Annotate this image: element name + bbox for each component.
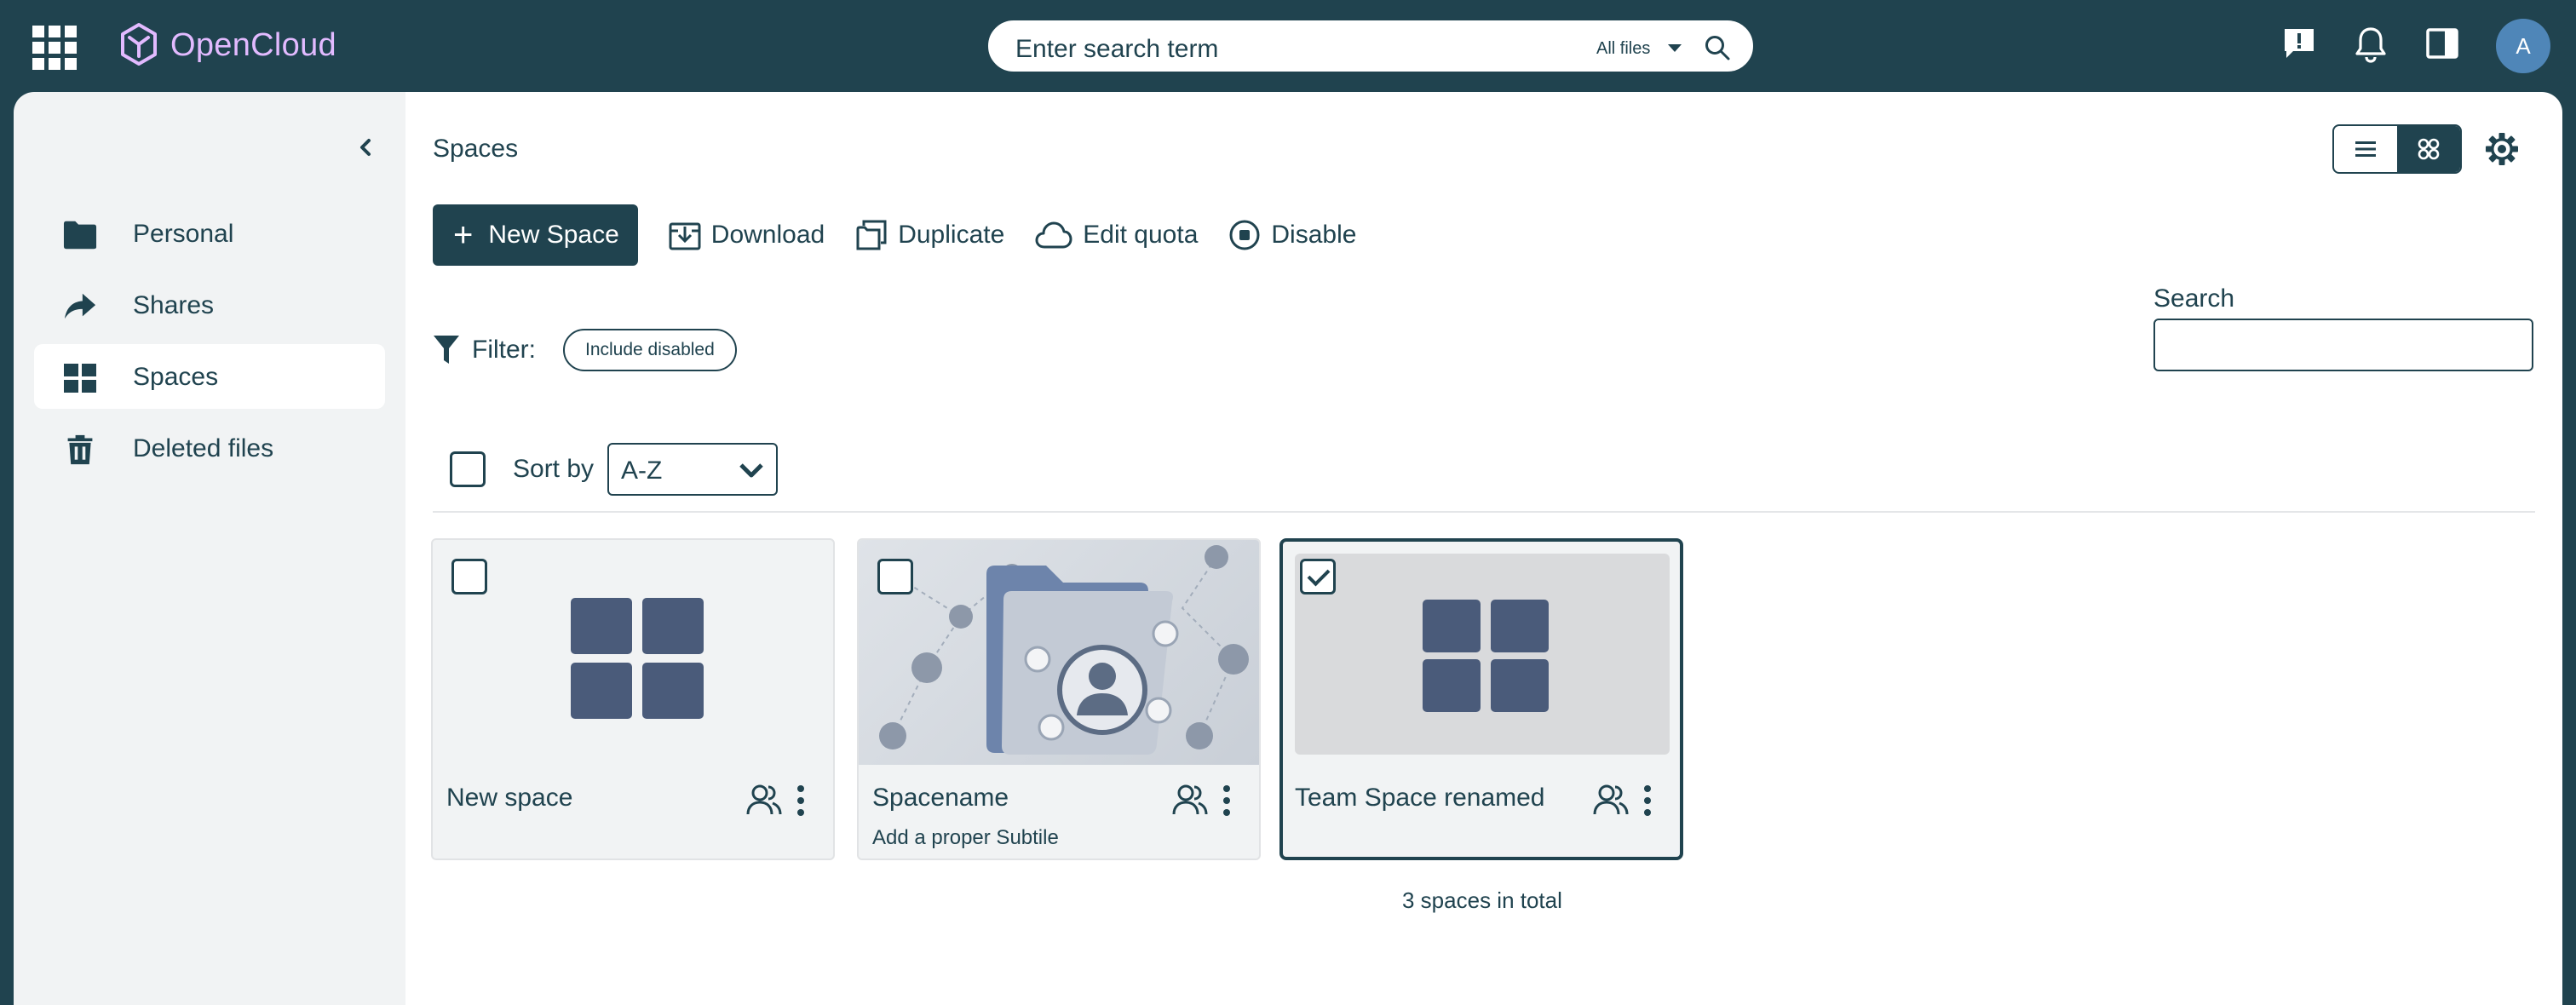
sidebar-item-label: Shares	[133, 291, 215, 319]
duplicate-button[interactable]: Duplicate	[855, 219, 1004, 251]
main-content: Spaces + New Space Download Duplicate Ed…	[405, 92, 2562, 1005]
space-card-title[interactable]: Team Space renamed	[1295, 784, 1545, 813]
feedback-icon[interactable]	[2281, 26, 2317, 61]
app-switcher-icon[interactable]	[32, 26, 77, 70]
space-card-title[interactable]: New space	[446, 784, 572, 813]
download-icon	[669, 222, 701, 250]
spaces-grid-icon	[1423, 600, 1549, 712]
duplicate-label: Duplicate	[898, 221, 1005, 249]
action-bar: + New Space Download Duplicate Edit quot…	[433, 204, 1356, 266]
trash-icon	[67, 434, 93, 465]
space-thumbnail[interactable]	[1295, 554, 1670, 755]
sidebar-item-deleted-files[interactable]: Deleted files	[34, 416, 385, 480]
filter-bar: Filter: Include disabled	[433, 329, 737, 371]
tile-view-icon	[2418, 138, 2440, 160]
filter-label: Filter:	[472, 336, 536, 364]
cloud-icon	[1035, 221, 1072, 249]
opencloud-logo-icon	[121, 23, 157, 66]
notification-bell-icon[interactable]	[2353, 26, 2389, 63]
sidebar-item-label: Personal	[133, 220, 234, 248]
collapse-sidebar-icon[interactable]	[354, 136, 377, 158]
space-card-checkbox[interactable]	[1300, 559, 1336, 594]
more-options-icon[interactable]	[1642, 784, 1653, 818]
view-mode-toggle	[2332, 124, 2462, 174]
breadcrumb[interactable]: Spaces	[433, 135, 518, 164]
space-card-subtitle: Add a proper Subtile	[872, 826, 1059, 849]
search-label: Search	[2153, 284, 2235, 313]
include-disabled-chip[interactable]: Include disabled	[563, 329, 737, 371]
more-options-icon[interactable]	[796, 784, 806, 818]
space-card-checkbox[interactable]	[451, 559, 487, 594]
folder-people-image	[877, 545, 1249, 755]
global-search[interactable]: Enter search term All files	[986, 19, 1755, 73]
sidebar-item-personal[interactable]: Personal	[34, 201, 385, 266]
members-icon[interactable]	[1172, 782, 1208, 818]
space-thumbnail[interactable]	[433, 540, 833, 765]
divider	[433, 511, 2535, 513]
sidebar: Personal Shares Spaces Deleted files	[14, 92, 405, 1005]
spaces-grid-icon	[64, 364, 96, 393]
new-space-button[interactable]: + New Space	[433, 204, 638, 266]
sidebar-item-shares[interactable]: Shares	[34, 273, 385, 337]
list-view-button[interactable]	[2334, 126, 2397, 172]
space-thumbnail[interactable]	[859, 540, 1259, 765]
space-card[interactable]: Spacename Add a proper Subtile	[857, 538, 1261, 860]
app-logo[interactable]: OpenCloud	[119, 22, 336, 68]
space-card[interactable]: New space	[431, 538, 835, 860]
edit-quota-button[interactable]: Edit quota	[1035, 220, 1198, 250]
sort-row: Sort by A-Z	[450, 443, 779, 496]
app-name: OpenCloud	[170, 26, 336, 63]
folder-icon	[63, 221, 97, 250]
search-scope-select[interactable]: All files	[1596, 39, 1650, 59]
space-card-checkbox[interactable]	[877, 559, 913, 594]
chevron-down-icon[interactable]	[1668, 44, 1682, 52]
spaces-total-count: 3 spaces in total	[1402, 887, 1562, 913]
filter-funnel-icon	[434, 336, 459, 364]
chevron-down-icon	[739, 463, 763, 478]
disable-label: Disable	[1271, 221, 1357, 249]
new-space-label: New Space	[488, 221, 619, 249]
sort-value: A-Z	[621, 457, 663, 485]
members-icon[interactable]	[746, 782, 782, 818]
stop-circle-icon	[1229, 220, 1260, 250]
disable-button[interactable]: Disable	[1228, 219, 1356, 251]
sort-label: Sort by	[513, 455, 595, 483]
search-icon[interactable]	[1704, 34, 1731, 61]
spaces-search-input[interactable]	[2153, 319, 2533, 371]
side-panel-toggle-icon[interactable]	[2424, 26, 2460, 61]
select-all-checkbox[interactable]	[450, 451, 486, 487]
tile-view-button[interactable]	[2397, 126, 2460, 172]
search-input[interactable]: Enter search term	[1015, 35, 1218, 64]
spaces-grid-icon	[571, 598, 704, 719]
sidebar-item-label: Deleted files	[133, 434, 274, 462]
download-button[interactable]: Download	[669, 219, 825, 251]
duplicate-icon	[856, 220, 887, 250]
user-avatar[interactable]: A	[2496, 19, 2550, 73]
top-bar: OpenCloud Enter search term All files A	[0, 0, 2576, 92]
space-card[interactable]: Team Space renamed	[1279, 538, 1683, 860]
sidebar-item-spaces[interactable]: Spaces	[34, 344, 385, 409]
sort-select[interactable]: A-Z	[607, 443, 779, 496]
members-icon[interactable]	[1593, 782, 1629, 818]
download-label: Download	[710, 221, 825, 249]
more-options-icon[interactable]	[1222, 784, 1232, 818]
edit-quota-label: Edit quota	[1083, 221, 1199, 249]
list-view-icon	[2355, 141, 2376, 157]
gear-icon[interactable]	[2484, 131, 2520, 167]
plus-icon: +	[453, 215, 474, 254]
sidebar-item-label: Spaces	[133, 363, 219, 391]
share-arrow-icon	[64, 293, 96, 319]
space-card-title[interactable]: Spacename	[872, 784, 1009, 813]
